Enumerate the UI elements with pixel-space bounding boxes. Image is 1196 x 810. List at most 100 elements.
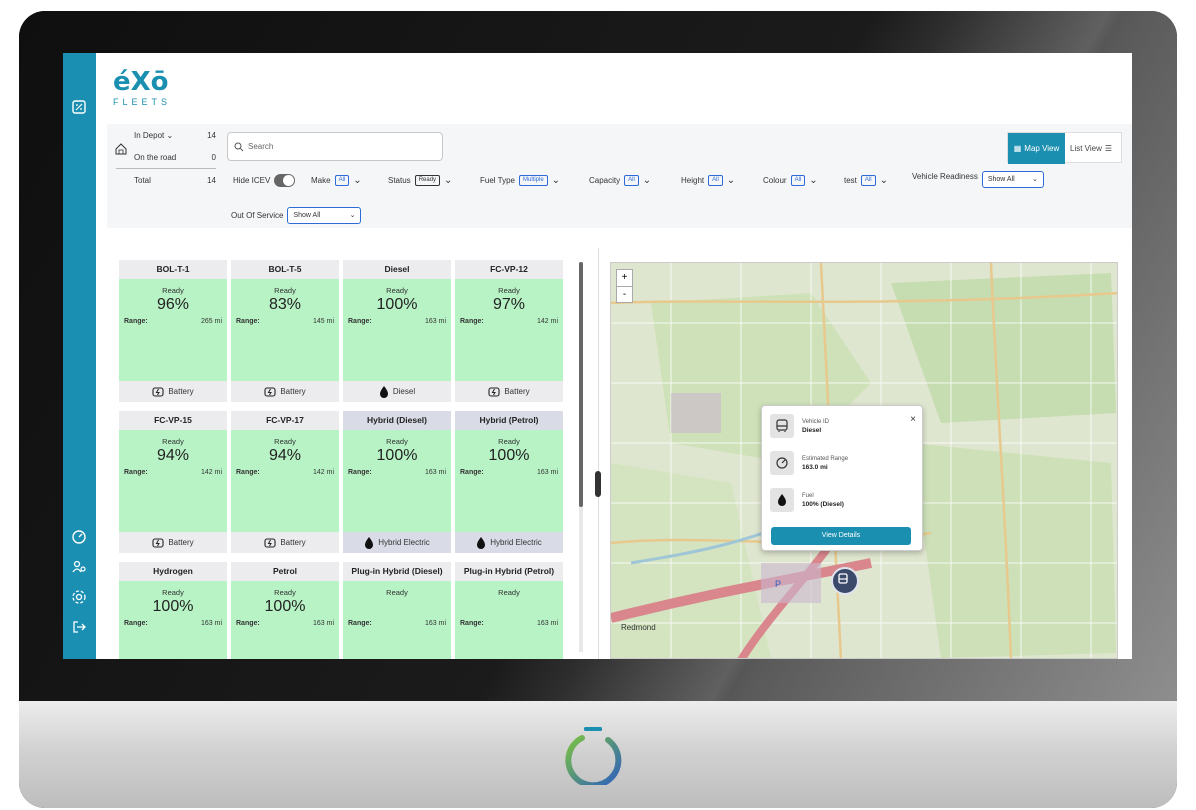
search-icon [234,142,244,152]
card-status: Ready [498,286,520,295]
hide-icev-toggle[interactable] [274,173,296,187]
card-charge-percent: 83% [268,296,302,313]
close-icon[interactable]: × [910,414,916,425]
app-screen: éXō FLEETS In Depot ⌄ 14 On the road 0 Tot… [63,53,1132,659]
fuel-type-label: Hybrid Electric [378,538,430,547]
vehicle-card[interactable]: Hydrogen Ready 100% Range: 163 mi [119,562,227,659]
chevron-down-icon: ⌄ [642,174,652,186]
range-value: 145 mi [312,318,334,325]
scrollbar-thumb[interactable] [579,262,583,507]
users-icon[interactable] [70,558,88,576]
filter-label: Make [311,175,331,185]
card-status: Ready [162,588,184,597]
zoom-in-button[interactable]: + [617,270,632,287]
filter-fuel-type[interactable]: Fuel Type Multiple ⌄ [480,172,560,188]
popup-label: Fuel [802,492,814,499]
card-status: Ready [274,588,296,597]
filter-height[interactable]: Height All ⌄ [681,172,735,188]
range-label: Range: [460,469,484,476]
vehicle-popup: × Vehicle ID Diesel Estimated Range 163.0 … [761,405,923,551]
range-value: 142 mi [536,318,558,325]
chevron-down-icon: ⌄ [353,174,362,186]
depot-count: 14 [207,175,216,185]
card-status: Ready [498,588,520,597]
vehicle-card[interactable]: FC-VP-17 Ready 94% Range: 142 mi Battery [231,411,339,553]
out-of-service-select[interactable]: Show All ⌄ [287,206,362,224]
filter-make[interactable]: Make All ⌄ [311,172,362,188]
vehicle-card[interactable]: FC-VP-15 Ready 94% Range: 142 mi Battery [119,411,227,553]
range-value: 265 mi [200,318,222,325]
filter-label: Hide ICEV [233,175,271,185]
card-status: Ready [386,286,408,295]
zoom-out-button[interactable]: - [617,287,632,303]
fuel-type-label: Battery [280,538,306,547]
ev-tag-icon[interactable] [70,98,88,116]
filter-label: Colour [763,175,787,185]
popup-row-fuel: Fuel 100% (Diesel) [770,488,910,512]
vehicle-card[interactable]: BOL-T-5 Ready 83% Range: 145 mi Battery [231,260,339,402]
card-status: Ready [162,286,184,295]
card-status: Ready [386,588,408,597]
vehicle-card[interactable]: FC-VP-12 Ready 97% Range: 142 mi Battery [455,260,563,402]
fuel-drop-icon [379,385,388,398]
card-range: Range: 265 mi [119,318,227,325]
logo-subtitle: FLEETS [113,97,172,107]
card-vehicle-name: FC-VP-15 [119,411,227,430]
depot-label: In Depot [134,130,165,140]
vehicle-map-marker[interactable] [831,567,859,595]
card-charge-percent: 96% [156,296,190,313]
logout-icon[interactable] [70,618,88,636]
exo-ring-logo-icon [565,727,622,785]
search-input[interactable]: Search [227,132,443,161]
view-details-button[interactable]: View Details [771,527,911,545]
depot-row-in-depot[interactable]: In Depot ⌄ 14 [116,124,216,146]
card-vehicle-name: BOL-T-1 [119,260,227,279]
panel-resize-handle[interactable] [595,471,601,497]
fuel-type-label: Battery [168,387,194,396]
vehicle-card[interactable]: BOL-T-1 Ready 96% Range: 265 mi Battery [119,260,227,402]
chevron-down-icon: ⌄ [551,174,561,186]
vehicle-card[interactable]: Plug-in Hybrid (Petrol) Ready Range: 163 mi [455,562,563,659]
gear-icon[interactable] [70,588,88,606]
menu-icon: ☰ [1104,144,1113,153]
card-range: Range: 163 mi [455,469,563,476]
card-fuel-type: Battery [231,532,339,553]
vehicle-card[interactable]: Hybrid (Petrol) Ready 100% Range: 163 mi Hybr… [455,411,563,553]
gauge-icon[interactable] [70,528,88,546]
range-value: 163 mi [424,469,446,476]
popup-row-range: Estimated Range 163.0 mi [770,451,910,475]
range-label: Range: [236,620,260,627]
vehicle-card[interactable]: Diesel Ready 100% Range: 163 mi Diesel [343,260,451,402]
speedometer-icon [770,451,794,475]
bus-icon [770,414,794,438]
card-range: Range: 163 mi [343,469,451,476]
filter-capacity[interactable]: Capacity All ⌄ [589,172,651,188]
chevron-down-icon: ⌄ [1031,176,1038,183]
range-label: Range: [348,318,372,325]
chevron-down-icon: ⌄ [166,130,174,140]
range-value: 163 mi [536,469,558,476]
range-label: Range: [348,620,372,627]
map-view-button[interactable]: ▦ Map View [1008,133,1065,164]
filter-status[interactable]: Status Ready ⌄ [388,172,452,188]
card-fuel-type: Battery [455,381,563,402]
map-view-label: Map View [1024,144,1060,153]
vehicle-card[interactable]: Hybrid (Diesel) Ready 100% Range: 163 mi Hybr… [343,411,451,553]
card-vehicle-name: Petrol [231,562,339,581]
depot-count: 14 [207,130,216,140]
view-toggle: ▦ Map View List View ☰ [1007,132,1122,164]
list-view-button[interactable]: List View ☰ [1070,133,1122,164]
card-fuel-type: Diesel [343,381,451,402]
popup-label: Estimated Range [802,455,849,462]
filter-colour[interactable]: Colour All ⌄ [763,172,818,188]
card-grid-scrollbar[interactable] [579,262,583,652]
card-vehicle-name: FC-VP-17 [231,411,339,430]
filter-value-pill: All [334,174,350,186]
vehicle-card[interactable]: Plug-in Hybrid (Diesel) Ready Range: 163 mi [343,562,451,659]
filter-test[interactable]: test All ⌄ [844,172,888,188]
vehicle-readiness-select[interactable]: Show All ⌄ [981,170,1044,188]
battery-charge-icon [152,537,164,548]
card-range: Range: 163 mi [455,620,563,627]
vehicle-card[interactable]: Petrol Ready 100% Range: 163 mi [231,562,339,659]
range-label: Range: [236,469,260,476]
